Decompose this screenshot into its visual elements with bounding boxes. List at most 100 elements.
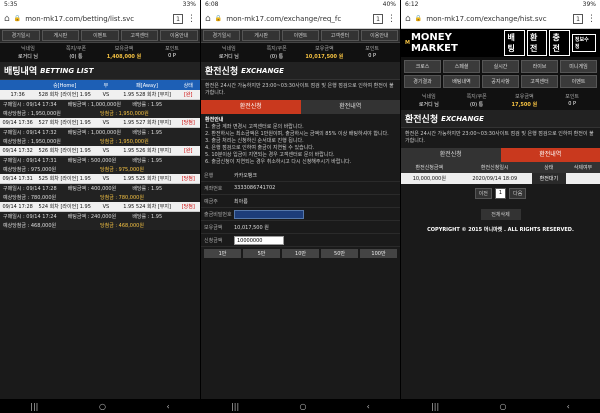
bet-meta-item: 배팅금액 : 1,000,000원	[67, 102, 121, 108]
bet-meta-item: 배팅금액 : 1,000,000원	[67, 130, 121, 136]
nav-item[interactable]: 경기결과	[404, 75, 441, 88]
bet-meta-item: 당첨금 : 780,000원	[100, 195, 144, 201]
nav-item[interactable]: 경기일시	[203, 30, 241, 41]
header-button-betting[interactable]: 배팅	[504, 30, 525, 56]
cell-delete[interactable]	[565, 173, 600, 184]
exchange-tabs: 환전신청 환전내역	[401, 148, 600, 162]
tab-exchange-request[interactable]: 환전신청	[201, 100, 301, 114]
amount-button[interactable]: 50만	[321, 249, 358, 258]
bet-meta-item: 구매일시 : 09/14 17:31	[3, 158, 57, 164]
guide-line: 4. 은행 점검으로 인하여 출금이 지연될 수 있습니다.	[205, 145, 315, 151]
home-button-icon[interactable]: ○	[499, 402, 506, 411]
back-icon[interactable]: ‹	[166, 402, 169, 411]
messages-count[interactable]: (0) 통	[453, 101, 501, 108]
nav-item[interactable]: 이용안내	[160, 30, 198, 41]
address-bar[interactable]: ⌂ 🔒 mon-mk17.com/betting/list.svc 1 ⋮	[0, 9, 200, 29]
pager-next[interactable]: 다음	[509, 188, 527, 199]
nav-item[interactable]: 실시간	[482, 60, 519, 73]
more-icon[interactable]: ⋮	[187, 14, 196, 24]
more-icon[interactable]: ⋮	[587, 14, 596, 24]
user-head: 포인트	[565, 94, 580, 100]
header-button-charge[interactable]: 충전	[549, 30, 570, 56]
tab-exchange-request[interactable]: 환전신청	[401, 148, 501, 162]
bet-row: 09/14 17:32 526 회차 [라이언] 1.95 VS 1.95 526 회…	[0, 146, 200, 156]
panel-betting-list: 5:35 33% ⌂ 🔒 mon-mk17.com/betting/list.s…	[0, 0, 200, 413]
amount-button[interactable]: 10만	[282, 249, 319, 258]
android-nav: ||| ○ ‹	[0, 399, 200, 413]
request-amount-input[interactable]: 10000000	[234, 235, 284, 245]
nav-item[interactable]: 고객센터	[521, 75, 558, 88]
user-info: 닉네임 쪽지/쿠폰 보유금액 포인트 로거디 님 (0) 통 10,017,50…	[201, 43, 400, 62]
url-text[interactable]: mon-mk17.com/betting/list.svc	[25, 15, 169, 23]
home-icon[interactable]: ⌂	[4, 14, 10, 24]
messages-count[interactable]: (0) 통	[52, 53, 100, 60]
nav-item[interactable]: 게시판	[41, 30, 80, 41]
address-bar[interactable]: ⌂ 🔒 mon-mk17.com/exchange/hist.svc 1 ⋮	[401, 9, 600, 29]
user-info: 닉네임 쪽지/쿠폰 보유금액 포인트 로거디 님 (0) 통 1,408,000…	[0, 43, 200, 62]
pager-page[interactable]: 1	[494, 188, 507, 199]
recents-icon[interactable]: |||	[231, 402, 239, 411]
bet-meta-item: 구매일시 : 09/14 17:32	[3, 130, 57, 136]
nav-item[interactable]: 고객센터	[321, 30, 359, 41]
url-text[interactable]: mon-mk17.com/exchange/req_fc	[226, 15, 369, 23]
nav-item[interactable]: 공지사항	[482, 75, 519, 88]
back-icon[interactable]: ‹	[567, 402, 570, 411]
tab-count-icon[interactable]: 1	[573, 13, 583, 24]
bet-meta: 구매일시 : 09/14 17:34 배팅금액 : 1,000,000원 배당률 :…	[0, 100, 200, 109]
exchange-form: 은행 카카오뱅크 계좌번호 3333086741702 예금주 최아름 출금비밀번호 …	[201, 169, 400, 260]
points: 0 P	[168, 53, 176, 59]
amount-button[interactable]: 100만	[360, 249, 397, 258]
recents-icon[interactable]: |||	[431, 402, 439, 411]
user-head: 닉네임	[221, 46, 236, 52]
nav-item[interactable]: 배팅내역	[443, 75, 480, 88]
address-bar[interactable]: ⌂ 🔒 mon-mk17.com/exchange/req_fc 1 ⋮	[201, 9, 400, 29]
nav-item[interactable]: 이용안내	[360, 30, 399, 41]
nav-item[interactable]: 고객센터	[120, 30, 159, 41]
password-input[interactable]	[234, 209, 304, 219]
home-button-icon[interactable]: ○	[99, 402, 106, 411]
delete-all-button[interactable]: 전체삭제	[480, 209, 521, 220]
site-logo[interactable]: M MONEY MARKET	[405, 32, 500, 54]
bet-home: 528 회차 [라이언] 1.95	[38, 92, 91, 98]
bet-meta-item: 배팅금액 : 500,000원	[67, 158, 117, 164]
nav-item[interactable]: 이벤트	[81, 30, 119, 41]
bet-list: 승[Home] 무 패[Away] 상태 17:36 528 회차 [라이언] 1.95 V…	[0, 80, 200, 230]
bet-header: 승[Home] 무 패[Away] 상태	[0, 80, 200, 90]
table-row: 10,000,000원 2020/09/14 18:09 환전대기	[401, 173, 600, 184]
nav-item[interactable]: 스페셜	[443, 60, 480, 73]
nav-item[interactable]: 라이브	[521, 60, 558, 73]
column-header: 삭제여부	[565, 162, 600, 173]
battery-level: 33%	[182, 1, 196, 8]
more-icon[interactable]: ⋮	[387, 14, 396, 24]
amount-button[interactable]: 1만	[204, 249, 241, 258]
amount-button[interactable]: 5만	[243, 249, 280, 258]
back-icon[interactable]: ‹	[367, 402, 370, 411]
page-title: 배팅내역 BETTING LIST	[0, 62, 200, 80]
home-icon[interactable]: ⌂	[205, 14, 211, 24]
page-subtitle: BETTING LIST	[40, 66, 94, 75]
header-button-exchange[interactable]: 환전	[526, 30, 548, 56]
header-home: 승[Home]	[53, 82, 77, 89]
nav-item[interactable]: 이벤트	[560, 75, 597, 88]
battery-level: 39%	[582, 1, 596, 8]
tab-count-icon[interactable]: 1	[373, 13, 383, 24]
nav-item[interactable]: 미니게임	[560, 60, 597, 73]
home-icon[interactable]: ⌂	[405, 14, 411, 24]
nav-item[interactable]: 경기일시	[2, 30, 40, 41]
messages-count[interactable]: (0) 통	[253, 53, 301, 60]
nav-item[interactable]: 게시판	[242, 30, 280, 41]
tab-count-icon[interactable]: 1	[173, 13, 183, 24]
tab-exchange-history[interactable]: 환전내역	[300, 100, 400, 114]
holder-label: 예금주	[204, 198, 218, 205]
page-title: 환전신청 EXCHANGE	[201, 62, 400, 80]
url-text[interactable]: mon-mk17.com/exchange/hist.svc	[426, 15, 569, 23]
header-button-profile[interactable]: 정보수정	[571, 34, 597, 52]
nav-item[interactable]: 크로스	[404, 60, 441, 73]
nav-item[interactable]: 이벤트	[281, 30, 320, 41]
bet-meta: 예상당첨금 : 1,950,000원 당첨금 : 1,950,000원	[0, 109, 200, 118]
recents-icon[interactable]: |||	[30, 402, 38, 411]
pager-prev[interactable]: 이전	[474, 188, 492, 199]
tab-exchange-history[interactable]: 환전내역	[500, 148, 600, 162]
status-time: 5:35	[4, 1, 18, 8]
home-button-icon[interactable]: ○	[299, 402, 306, 411]
